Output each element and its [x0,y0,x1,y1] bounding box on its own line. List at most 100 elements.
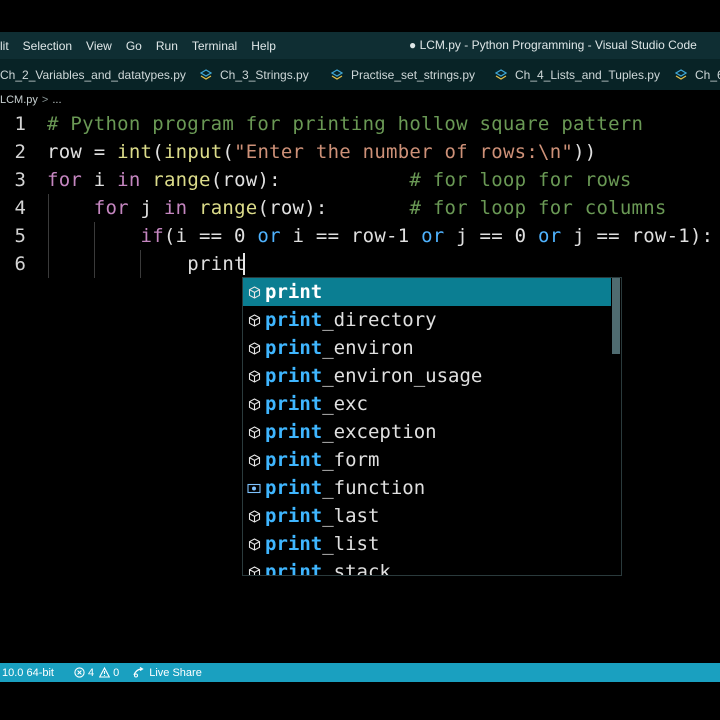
window-title: ● LCM.py - Python Programming - Visual S… [409,38,697,52]
code-token: or [538,225,562,247]
suggestion-item[interactable]: print _exception [243,418,611,446]
breadcrumb-symbols[interactable]: ... [52,94,61,106]
suggestion-suffix: _environ [322,337,414,359]
live-share-button[interactable]: Live Share [133,667,202,679]
code-token: (row): [257,197,410,219]
tab-practise-set-strings[interactable]: Practise_set_strings.py [331,59,475,90]
text-cursor [243,253,245,275]
code-line-6: 6 print [0,250,720,278]
code-token: in [163,197,188,219]
suggestion-match: print [265,421,323,443]
module-cube-icon [247,397,261,411]
autocomplete-widget[interactable]: print print _directory print _environ print _e… [242,277,622,576]
suggestion-match: print [265,309,323,331]
tab-ch3-strings[interactable]: Ch_3_Strings.py [200,59,309,90]
suggestion-item[interactable]: print _exc [243,390,611,418]
menu-view[interactable]: View [79,39,119,53]
code-token: for [93,197,129,219]
tab-label: Ch_3_Strings.py [220,67,309,82]
code-token: j [128,197,164,219]
suggestion-suffix: _stack [322,561,391,576]
code-token: j == row-1): [561,225,714,247]
suggestion-item[interactable]: print _stack [243,558,611,576]
line-number: 1 [14,113,26,135]
menu-edit[interactable]: lit [0,39,16,53]
menu-go[interactable]: Go [119,39,149,53]
menu-selection[interactable]: Selection [16,39,79,53]
code-token: row [47,141,83,163]
code-token: # for loop for rows [409,169,632,191]
module-cube-icon [247,369,261,383]
suggestion-item[interactable]: print _environ_usage [243,362,611,390]
code-token: "Enter the number of rows:\n" [234,141,574,163]
code-token: # Python program for printing hollow squ… [47,113,644,135]
tab-label: Practise_set_strings.py [351,67,476,82]
suggestion-suffix: _list [322,533,380,555]
code-text: if(i == 0 or i == row-1 or j == 0 or j =… [47,222,714,250]
python-interpreter[interactable]: 10.0 64-bit [2,667,54,679]
code-token: if [140,225,164,247]
module-cube-icon [247,453,261,467]
suggestion-match: print [265,505,323,527]
code-token: or [257,225,281,247]
tab-label: Ch_6 [695,67,720,82]
code-token: range [152,169,211,191]
code-token: )) [573,141,597,163]
code-token: j == 0 [444,225,538,247]
python-file-icon [495,68,507,81]
suggestion-match: print [265,533,323,555]
code-line-2: 2 row = int(input("Enter the number of r… [0,138,720,166]
suggestion-match: print [265,477,323,499]
live-share-label: Live Share [149,666,202,679]
suggestion-match: print [265,561,323,576]
suggestion-suffix: _form [322,449,380,471]
code-token: (row): [210,169,410,191]
line-number: 3 [14,169,26,191]
menu-run[interactable]: Run [149,39,185,53]
code-line-5: 5 if(i == 0 or i == row-1 or j == 0 or j… [0,222,720,250]
warning-count: 0 [113,666,120,679]
suggestion-suffix: _function [322,477,426,499]
suggestion-item[interactable]: print _form [243,446,611,474]
tab-ch4-lists-tuples[interactable]: Ch_4_Lists_and_Tuples.py [495,59,660,90]
code-text: # Python program for printing hollow squ… [47,110,643,138]
code-token: for [47,169,83,191]
line-number: 6 [14,253,26,275]
suggestion-item[interactable]: print _function [243,474,611,502]
code-token: (i == 0 [163,225,258,247]
line-number: 4 [14,197,26,219]
suggestion-item[interactable]: print _directory [243,306,611,334]
menu-help[interactable]: Help [244,39,283,53]
module-cube-icon [247,537,261,551]
suggestion-item[interactable]: print [243,278,611,306]
code-text: print [47,250,246,278]
code-token: or [421,225,445,247]
module-cube-icon [247,341,261,355]
python-file-icon [675,68,687,81]
problems-indicator[interactable]: 4 0 [74,667,119,679]
suggestion-scrollbar[interactable] [612,278,620,354]
code-line-4: 4 for j in range(row): # for loop for co… [0,194,720,222]
python-file-icon [331,68,343,81]
code-token: # for loop for columns [409,197,667,219]
python-file-icon [200,68,212,81]
breadcrumb: LCM.py > ... [0,90,720,110]
menu-terminal[interactable]: Terminal [185,39,244,53]
code-token: print [47,253,246,275]
breadcrumb-file[interactable]: LCM.py [0,94,38,106]
suggestion-match: print [265,393,323,415]
tab-ch2-variables[interactable]: Ch_2_Variables_and_datatypes.py [0,59,186,90]
module-cube-icon [247,509,261,523]
code-token: in [117,169,141,191]
suggestion-suffix: _last [322,505,380,527]
code-token: ( [152,141,164,163]
code-token: ( [222,141,235,163]
suggestion-item[interactable]: print _last [243,502,611,530]
suggestion-item[interactable]: print _environ [243,334,611,362]
suggestion-match: print [265,337,323,359]
suggestion-item[interactable]: print _list [243,530,611,558]
suggestion-suffix: _exception [322,421,437,443]
tab-ch6[interactable]: Ch_6 [675,59,720,90]
suggestion-match: print [265,281,323,303]
